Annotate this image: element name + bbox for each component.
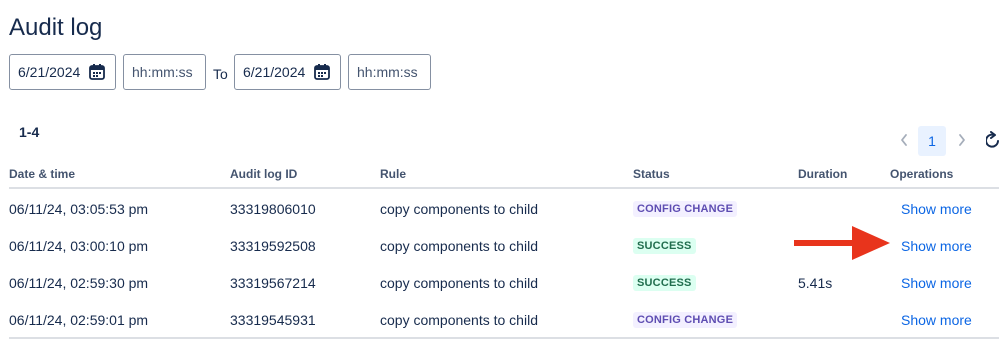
from-time-field[interactable]: hh:mm:ss <box>123 54 206 90</box>
from-time-placeholder: hh:mm:ss <box>132 64 193 80</box>
datetime-cell: 06/11/24, 02:59:30 pm <box>9 274 149 291</box>
page-title: Audit log <box>9 14 103 41</box>
table-row: 06/11/24, 02:59:30 pm 33319567214 copy c… <box>0 264 999 301</box>
from-date-value: 6/21/2024 <box>18 64 81 80</box>
page-number-button[interactable]: 1 <box>918 126 946 156</box>
from-date-field[interactable]: 6/21/2024 <box>9 54 116 90</box>
show-more-link[interactable]: Show more <box>901 201 972 217</box>
to-time-placeholder: hh:mm:ss <box>357 64 418 80</box>
show-more-link[interactable]: Show more <box>901 275 972 291</box>
column-header-status[interactable]: Status <box>633 167 670 181</box>
datetime-cell: 06/11/24, 03:00:10 pm <box>9 237 149 254</box>
audit-id-cell: 33319545931 <box>230 311 316 328</box>
refresh-icon[interactable] <box>986 131 999 149</box>
rule-cell: copy components to child <box>380 311 538 328</box>
calendar-icon[interactable] <box>313 63 331 81</box>
chevron-right-icon <box>959 134 965 146</box>
status-badge: SUCCESS <box>633 237 696 254</box>
previous-page-button[interactable] <box>890 126 918 154</box>
duration-cell: 5.41s <box>798 274 833 291</box>
to-date-value: 6/21/2024 <box>243 64 306 80</box>
status-badge: CONFIG CHANGE <box>633 311 738 328</box>
status-badge: CONFIG CHANGE <box>633 200 738 217</box>
rule-cell: copy components to child <box>380 200 538 217</box>
calendar-icon[interactable] <box>88 63 106 81</box>
to-label: To <box>213 66 228 82</box>
column-header-operations: Operations <box>890 167 954 181</box>
annotation-arrow-icon <box>794 226 890 260</box>
table-row: 06/11/24, 03:05:53 pm 33319806010 copy c… <box>0 190 999 227</box>
table-row: 06/11/24, 02:59:01 pm 33319545931 copy c… <box>0 301 999 338</box>
rule-cell: copy components to child <box>380 237 538 254</box>
show-more-link[interactable]: Show more <box>901 238 972 254</box>
datetime-cell: 06/11/24, 02:59:01 pm <box>9 311 149 328</box>
annotation-arrow-head <box>852 226 890 260</box>
audit-id-cell: 33319592508 <box>230 237 316 254</box>
status-badge: SUCCESS <box>633 274 696 291</box>
audit-id-cell: 33319806010 <box>230 200 316 217</box>
rule-cell: copy components to child <box>380 274 538 291</box>
next-page-button[interactable] <box>948 126 976 154</box>
datetime-cell: 06/11/24, 03:05:53 pm <box>9 200 149 217</box>
to-time-field[interactable]: hh:mm:ss <box>348 54 431 90</box>
column-header-duration[interactable]: Duration <box>798 167 847 181</box>
chevron-left-icon <box>901 134 907 146</box>
column-header-rule[interactable]: Rule <box>380 167 406 181</box>
show-more-link[interactable]: Show more <box>901 312 972 328</box>
to-date-field[interactable]: 6/21/2024 <box>234 54 341 90</box>
audit-id-cell: 33319567214 <box>230 274 316 291</box>
results-count: 1-4 <box>19 124 40 140</box>
column-header-id[interactable]: Audit log ID <box>230 167 297 181</box>
annotation-arrow-shaft <box>794 240 856 246</box>
column-header-datetime[interactable]: Date & time <box>9 167 75 181</box>
table-header-divider <box>9 187 999 189</box>
table-bottom-divider <box>9 337 999 339</box>
